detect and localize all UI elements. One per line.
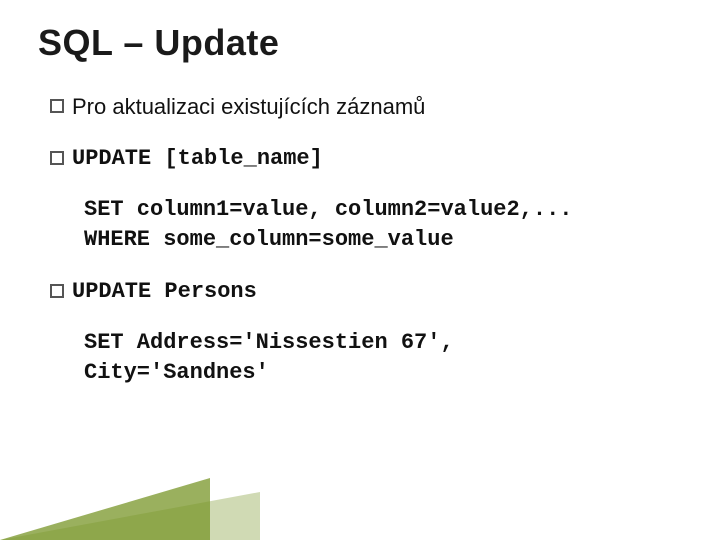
square-bullet-icon (50, 284, 64, 298)
code-text: SET column1=value, column2=value2,... (50, 195, 692, 225)
code-text: UPDATE [table_name] (72, 144, 692, 174)
square-bullet-icon (50, 99, 64, 113)
square-bullet-icon (50, 151, 64, 165)
code-text: UPDATE Persons (72, 277, 692, 307)
slide: SQL – Update Pro aktualizaci existujícíc… (0, 0, 720, 388)
bullet-item: UPDATE Persons SET Address='Nissestien 6… (50, 277, 692, 388)
bullet-item: UPDATE [table_name] SET column1=value, c… (50, 144, 692, 255)
bullet-item: Pro aktualizaci existujících záznamů (50, 92, 692, 122)
code-text: City='Sandnes' (50, 358, 692, 388)
code-text: WHERE some_column=some_value (50, 225, 692, 255)
slide-title: SQL – Update (38, 22, 692, 64)
code-text: SET Address='Nissestien 67', (50, 328, 692, 358)
bullet-list: Pro aktualizaci existujících záznamů UPD… (38, 92, 692, 388)
bullet-text: Pro aktualizaci existujících záznamů (72, 92, 692, 122)
decoration-triangle-icon (0, 478, 210, 540)
